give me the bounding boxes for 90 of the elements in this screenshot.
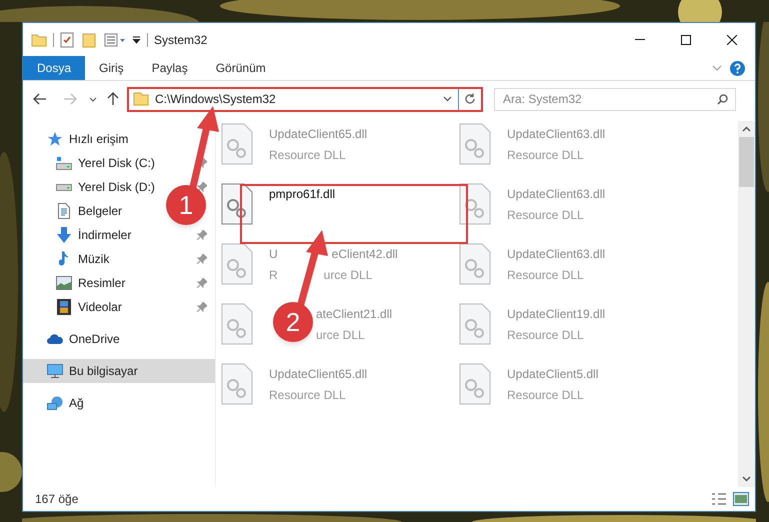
ribbon-tab[interactable]: Giriş — [85, 56, 138, 80]
file-icon[interactable] — [459, 183, 491, 225]
close-icon — [727, 34, 737, 44]
file-type: Resource DLL — [507, 147, 584, 164]
checklist-icon[interactable] — [60, 32, 74, 48]
pin-icon[interactable] — [197, 278, 207, 288]
ribbon-tab[interactable]: Paylaş — [138, 56, 202, 80]
file-name: UpdateClient63.dll — [507, 126, 606, 143]
monitor-icon — [47, 364, 63, 378]
image-icon — [56, 276, 72, 290]
nav-item[interactable]: İndirmeler — [56, 223, 132, 247]
details-view-icon[interactable] — [711, 492, 727, 506]
scroll-down-icon[interactable] — [742, 476, 751, 482]
drive-icon — [56, 184, 72, 190]
file-name: UpdateClient19.dll — [507, 306, 606, 323]
help-icon[interactable] — [730, 60, 745, 76]
ribbon-tab[interactable]: Dosya — [23, 56, 86, 80]
file-icon[interactable] — [221, 243, 253, 285]
file-name: ateClient21.dll — [316, 306, 392, 323]
file-type: R — [269, 267, 278, 284]
download-icon — [57, 227, 71, 243]
file-name: UpdateClient65.dll — [269, 126, 368, 143]
file-icon[interactable] — [221, 363, 253, 405]
folder-icon[interactable] — [31, 32, 47, 46]
scroll-up-icon[interactable] — [742, 126, 751, 132]
file-name: UpdateClient63.dll — [507, 246, 606, 263]
address-path: C:\Windows\System32 — [155, 91, 276, 108]
window-title: System32 — [154, 32, 208, 48]
file-icon[interactable] — [221, 303, 253, 345]
caret-icon[interactable] — [132, 36, 141, 44]
nav-item[interactable]: Bu bilgisayar — [23, 359, 215, 383]
file-name: pmpro61f.dll — [269, 186, 336, 203]
document-icon — [58, 203, 70, 219]
nav-item[interactable]: Belgeler — [56, 199, 122, 223]
minimize-icon — [635, 39, 645, 40]
star-icon — [47, 132, 63, 146]
nav-item[interactable]: OneDrive — [47, 327, 120, 351]
pin-icon[interactable] — [197, 182, 207, 192]
chevron-icon[interactable] — [443, 96, 452, 102]
pin-icon[interactable] — [197, 230, 207, 240]
folder-icon — [133, 92, 149, 106]
file-name: U — [269, 246, 278, 263]
file-type: Resource DLL — [507, 267, 584, 284]
file-name: eClient42.dll — [332, 246, 398, 263]
file-type: Resource DLL — [507, 327, 584, 344]
properties-icon[interactable] — [104, 32, 126, 46]
nav-item[interactable]: Hızlı erişim — [47, 127, 128, 151]
folder-icon[interactable] — [82, 32, 96, 48]
file-name: UpdateClient5.dll — [507, 366, 598, 383]
up-arrow-icon[interactable] — [107, 92, 119, 106]
nav-item[interactable]: Videolar — [56, 295, 122, 319]
search-field[interactable]: Ara: System32 — [494, 88, 736, 110]
pin-icon[interactable] — [197, 302, 207, 312]
scrollbar-thumb[interactable] — [739, 137, 754, 187]
network-icon — [47, 396, 63, 410]
file-icon[interactable] — [459, 123, 491, 165]
nav-item[interactable]: Yerel Disk (C:) — [56, 151, 155, 175]
cloud-icon — [47, 334, 63, 344]
caret-icon[interactable] — [89, 96, 97, 102]
file-icon[interactable] — [459, 303, 491, 345]
drive-c-icon — [56, 156, 72, 170]
back-arrow-icon[interactable] — [33, 93, 47, 105]
nav-item[interactable]: Resimler — [56, 271, 126, 295]
ribbon-tab[interactable]: Görünüm — [202, 56, 280, 80]
address-bar[interactable]: C:\Windows\System32 — [127, 86, 483, 112]
nav-item[interactable]: Müzik — [56, 247, 110, 271]
refresh-icon[interactable] — [464, 93, 476, 105]
file-icon[interactable] — [221, 123, 253, 165]
nav-item[interactable]: Ağ — [47, 391, 84, 415]
forward-arrow-icon[interactable] — [63, 93, 77, 105]
scrollbar[interactable] — [738, 121, 755, 487]
file-name: UpdateClient65.dll — [269, 366, 368, 383]
file-type: Resource DLL — [507, 207, 584, 224]
file-type: urce DLL — [316, 327, 365, 344]
pin-icon[interactable] — [197, 254, 207, 264]
file-icon[interactable] — [459, 243, 491, 285]
file-icon[interactable] — [459, 363, 491, 405]
maximize-icon — [681, 34, 691, 44]
search-icon[interactable] — [717, 94, 728, 104]
tiles-view-icon[interactable] — [733, 492, 749, 506]
music-icon — [59, 251, 69, 267]
file-type: Resource DLL — [507, 387, 584, 404]
file-type: Resource DLL — [269, 147, 346, 164]
film-icon — [57, 299, 71, 315]
file-icon[interactable] — [221, 183, 253, 225]
file-type: Resource DLL — [269, 387, 346, 404]
item-count: 167 öğe — [35, 491, 78, 508]
file-name: UpdateClient63.dll — [507, 186, 606, 203]
file-type: urce DLL — [324, 267, 372, 284]
nav-item[interactable]: Yerel Disk (D:) — [56, 175, 155, 199]
